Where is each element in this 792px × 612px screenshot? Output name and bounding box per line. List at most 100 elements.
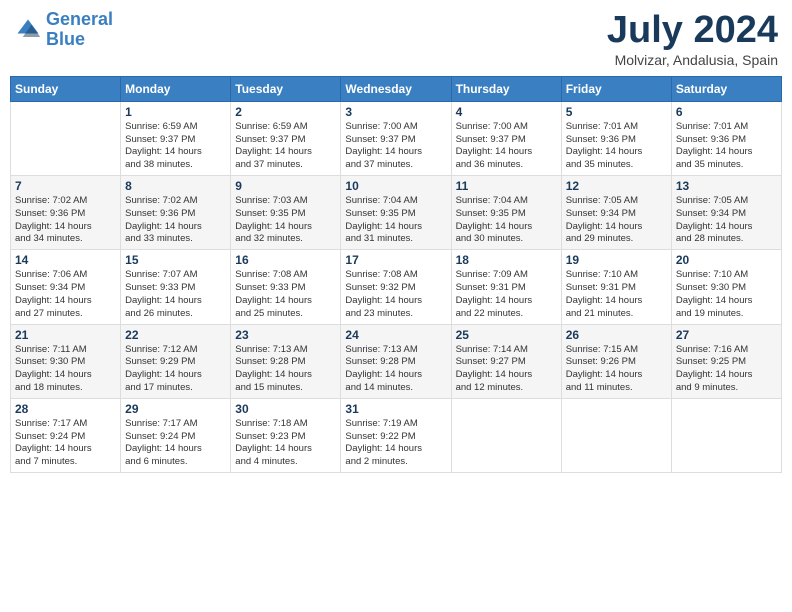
day-number: 10 <box>345 179 446 193</box>
logo-line2: Blue <box>46 29 85 49</box>
calendar: SundayMondayTuesdayWednesdayThursdayFrid… <box>10 76 782 473</box>
day-info: Sunrise: 7:02 AM Sunset: 9:36 PM Dayligh… <box>15 195 116 246</box>
day-number: 14 <box>15 253 116 267</box>
weekday-header-row: SundayMondayTuesdayWednesdayThursdayFrid… <box>11 76 782 101</box>
day-number: 16 <box>235 253 336 267</box>
day-number: 2 <box>235 105 336 119</box>
calendar-cell: 2 Sunrise: 6:59 AM Sunset: 9:37 PM Daylig… <box>231 101 341 175</box>
day-info: Sunrise: 7:01 AM Sunset: 9:36 PM Dayligh… <box>566 121 667 172</box>
calendar-cell: 22Sunrise: 7:12 AM Sunset: 9:29 PM Dayli… <box>121 324 231 398</box>
day-info: Sunrise: 7:17 AM Sunset: 9:24 PM Dayligh… <box>125 418 226 469</box>
day-number: 24 <box>345 328 446 342</box>
day-info: Sunrise: 7:10 AM Sunset: 9:31 PM Dayligh… <box>566 269 667 320</box>
day-info: Sunrise: 7:14 AM Sunset: 9:27 PM Dayligh… <box>456 344 557 395</box>
calendar-cell: 24 Sunrise: 7:13 AM Sunset: 9:28 PM Dayli… <box>341 324 451 398</box>
day-number: 17 <box>345 253 446 267</box>
day-info: Sunrise: 7:01 AM Sunset: 9:36 PM Dayligh… <box>676 121 777 172</box>
day-info: Sunrise: 7:05 AM Sunset: 9:34 PM Dayligh… <box>566 195 667 246</box>
calendar-cell: 15 Sunrise: 7:07 AM Sunset: 9:33 PM Dayli… <box>121 250 231 324</box>
calendar-cell: 17 Sunrise: 7:08 AM Sunset: 9:32 PM Dayli… <box>341 250 451 324</box>
day-number: 20 <box>676 253 777 267</box>
day-number: 6 <box>676 105 777 119</box>
day-info: Sunrise: 7:05 AM Sunset: 9:34 PM Dayligh… <box>676 195 777 246</box>
weekday-header-thursday: Thursday <box>451 76 561 101</box>
weekday-header-monday: Monday <box>121 76 231 101</box>
calendar-cell: 1 Sunrise: 6:59 AM Sunset: 9:37 PM Daylig… <box>121 101 231 175</box>
calendar-cell: 26 Sunrise: 7:15 AM Sunset: 9:26 PM Dayli… <box>561 324 671 398</box>
day-info: Sunrise: 7:03 AM Sunset: 9:35 PM Dayligh… <box>235 195 336 246</box>
calendar-cell: 19 Sunrise: 7:10 AM Sunset: 9:31 PM Dayli… <box>561 250 671 324</box>
day-info: Sunrise: 7:11 AM Sunset: 9:30 PM Dayligh… <box>15 344 116 395</box>
calendar-cell: 3 Sunrise: 7:00 AM Sunset: 9:37 PM Daylig… <box>341 101 451 175</box>
calendar-cell: 14 Sunrise: 7:06 AM Sunset: 9:34 PM Dayli… <box>11 250 121 324</box>
logo-text: General Blue <box>46 10 113 50</box>
calendar-cell: 8Sunrise: 7:02 AM Sunset: 9:36 PM Daylig… <box>121 176 231 250</box>
day-number: 1 <box>125 105 226 119</box>
day-info: Sunrise: 7:17 AM Sunset: 9:24 PM Dayligh… <box>15 418 116 469</box>
day-info: Sunrise: 6:59 AM Sunset: 9:37 PM Dayligh… <box>125 121 226 172</box>
calendar-cell: 5 Sunrise: 7:01 AM Sunset: 9:36 PM Daylig… <box>561 101 671 175</box>
day-number: 5 <box>566 105 667 119</box>
weekday-header-sunday: Sunday <box>11 76 121 101</box>
week-row-4: 28Sunrise: 7:17 AM Sunset: 9:24 PM Dayli… <box>11 398 782 472</box>
day-number: 30 <box>235 402 336 416</box>
calendar-cell: 6 Sunrise: 7:01 AM Sunset: 9:36 PM Daylig… <box>671 101 781 175</box>
calendar-cell <box>11 101 121 175</box>
calendar-cell: 23 Sunrise: 7:13 AM Sunset: 9:28 PM Dayli… <box>231 324 341 398</box>
day-info: Sunrise: 7:07 AM Sunset: 9:33 PM Dayligh… <box>125 269 226 320</box>
day-number: 27 <box>676 328 777 342</box>
day-info: Sunrise: 7:13 AM Sunset: 9:28 PM Dayligh… <box>345 344 446 395</box>
calendar-cell: 29 Sunrise: 7:17 AM Sunset: 9:24 PM Dayli… <box>121 398 231 472</box>
page-header: General Blue July 2024 Molvizar, Andalus… <box>10 10 782 68</box>
weekday-header-tuesday: Tuesday <box>231 76 341 101</box>
week-row-2: 14 Sunrise: 7:06 AM Sunset: 9:34 PM Dayli… <box>11 250 782 324</box>
calendar-cell: 18 Sunrise: 7:09 AM Sunset: 9:31 PM Dayli… <box>451 250 561 324</box>
weekday-header-friday: Friday <box>561 76 671 101</box>
day-number: 23 <box>235 328 336 342</box>
day-number: 18 <box>456 253 557 267</box>
calendar-cell: 31Sunrise: 7:19 AM Sunset: 9:22 PM Dayli… <box>341 398 451 472</box>
day-info: Sunrise: 7:02 AM Sunset: 9:36 PM Dayligh… <box>125 195 226 246</box>
day-number: 26 <box>566 328 667 342</box>
day-info: Sunrise: 7:13 AM Sunset: 9:28 PM Dayligh… <box>235 344 336 395</box>
day-info: Sunrise: 7:00 AM Sunset: 9:37 PM Dayligh… <box>456 121 557 172</box>
day-info: Sunrise: 7:09 AM Sunset: 9:31 PM Dayligh… <box>456 269 557 320</box>
day-number: 31 <box>345 402 446 416</box>
day-info: Sunrise: 7:04 AM Sunset: 9:35 PM Dayligh… <box>456 195 557 246</box>
location: Molvizar, Andalusia, Spain <box>607 52 778 68</box>
calendar-cell: 27 Sunrise: 7:16 AM Sunset: 9:25 PM Dayli… <box>671 324 781 398</box>
title-block: July 2024 Molvizar, Andalusia, Spain <box>607 10 778 68</box>
week-row-0: 1 Sunrise: 6:59 AM Sunset: 9:37 PM Daylig… <box>11 101 782 175</box>
weekday-header-wednesday: Wednesday <box>341 76 451 101</box>
logo-line1: General <box>46 9 113 29</box>
day-info: Sunrise: 7:04 AM Sunset: 9:35 PM Dayligh… <box>345 195 446 246</box>
day-number: 29 <box>125 402 226 416</box>
week-row-1: 7 Sunrise: 7:02 AM Sunset: 9:36 PM Daylig… <box>11 176 782 250</box>
calendar-cell <box>561 398 671 472</box>
calendar-cell <box>451 398 561 472</box>
day-number: 15 <box>125 253 226 267</box>
day-number: 4 <box>456 105 557 119</box>
day-info: Sunrise: 7:06 AM Sunset: 9:34 PM Dayligh… <box>15 269 116 320</box>
day-number: 7 <box>15 179 116 193</box>
day-info: Sunrise: 6:59 AM Sunset: 9:37 PM Dayligh… <box>235 121 336 172</box>
calendar-cell: 25 Sunrise: 7:14 AM Sunset: 9:27 PM Dayli… <box>451 324 561 398</box>
day-info: Sunrise: 7:16 AM Sunset: 9:25 PM Dayligh… <box>676 344 777 395</box>
day-number: 25 <box>456 328 557 342</box>
day-number: 3 <box>345 105 446 119</box>
calendar-cell <box>671 398 781 472</box>
calendar-cell: 9Sunrise: 7:03 AM Sunset: 9:35 PM Daylig… <box>231 176 341 250</box>
day-info: Sunrise: 7:08 AM Sunset: 9:32 PM Dayligh… <box>345 269 446 320</box>
logo-icon <box>14 16 42 44</box>
calendar-cell: 30Sunrise: 7:18 AM Sunset: 9:23 PM Dayli… <box>231 398 341 472</box>
calendar-cell: 4 Sunrise: 7:00 AM Sunset: 9:37 PM Daylig… <box>451 101 561 175</box>
day-info: Sunrise: 7:00 AM Sunset: 9:37 PM Dayligh… <box>345 121 446 172</box>
calendar-cell: 10 Sunrise: 7:04 AM Sunset: 9:35 PM Dayli… <box>341 176 451 250</box>
day-number: 13 <box>676 179 777 193</box>
calendar-cell: 7 Sunrise: 7:02 AM Sunset: 9:36 PM Daylig… <box>11 176 121 250</box>
day-info: Sunrise: 7:15 AM Sunset: 9:26 PM Dayligh… <box>566 344 667 395</box>
calendar-cell: 16Sunrise: 7:08 AM Sunset: 9:33 PM Dayli… <box>231 250 341 324</box>
day-number: 11 <box>456 179 557 193</box>
day-number: 19 <box>566 253 667 267</box>
weekday-header-saturday: Saturday <box>671 76 781 101</box>
